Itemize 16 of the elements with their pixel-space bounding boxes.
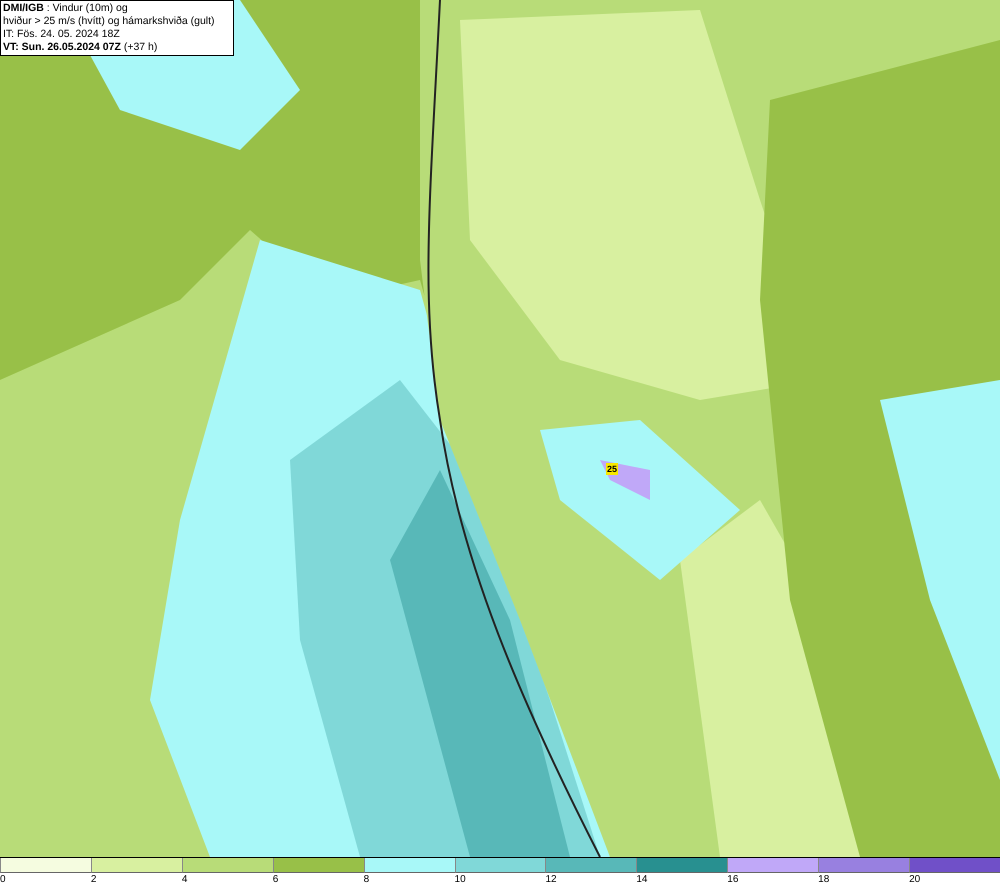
title-line: DMI/IGB : Vindur (10m) og (3, 2, 129, 15)
gust-label: 25 (606, 463, 618, 475)
legend-label: 4 (182, 873, 188, 887)
title-line: IT: Fös. 24. 05. 2024 18Z (3, 28, 121, 41)
legend-label: 2 (90, 873, 96, 887)
legend-label: 20 (909, 873, 920, 887)
legend-label: 18 (818, 873, 830, 887)
legend-label: 14 (636, 873, 648, 887)
legend-label: 16 (727, 873, 738, 887)
title-line: hviður > 25 m/s (hvítt) og hámarkshviða (gult) (3, 15, 216, 28)
legend-label: 12 (545, 873, 557, 887)
legend-label: 10 (454, 873, 466, 887)
legend-label: 6 (272, 873, 278, 887)
legend-label: 0 (0, 873, 6, 887)
title-line: VT: Sun. 26.05.2024 07Z (+37 h) (3, 41, 158, 54)
legend-label: 8 (364, 873, 370, 887)
